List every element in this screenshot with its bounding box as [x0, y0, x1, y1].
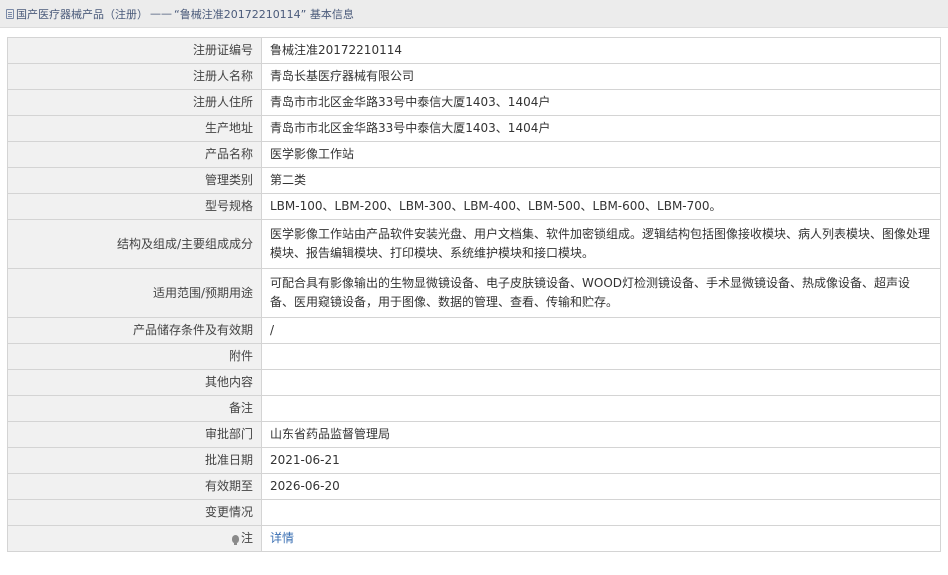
table-row-approval-dept: 审批部门 山东省药品监督管理局 [7, 421, 941, 448]
details-link[interactable]: 详情 [270, 531, 294, 545]
row-value: 医学影像工作站由产品软件安装光盘、用户文档集、软件加密锁组成。逻辑结构包括图像接… [261, 219, 941, 269]
row-value: 2026-06-20 [261, 473, 941, 500]
table-row-storage-validity: 产品储存条件及有效期 / [7, 317, 941, 344]
table-row-note: 注 详情 [7, 525, 941, 552]
row-label: 批准日期 [7, 447, 262, 474]
row-value: 山东省药品监督管理局 [261, 421, 941, 448]
row-label: 产品储存条件及有效期 [7, 317, 262, 344]
table-row-valid-until: 有效期至 2026-06-20 [7, 473, 941, 500]
row-label: 审批部门 [7, 421, 262, 448]
row-label: 型号规格 [7, 193, 262, 220]
row-value: 医学影像工作站 [261, 141, 941, 168]
breadcrumb-separator: —— [150, 7, 172, 20]
table-row-attachments: 附件 [7, 343, 941, 370]
row-label: 注册人名称 [7, 63, 262, 90]
row-label-note: 注 [7, 525, 262, 552]
table-row-other-content: 其他内容 [7, 369, 941, 396]
table-row-intended-use: 适用范围/预期用途 可配合具有影像输出的生物显微镜设备、电子皮肤镜设备、WOOD… [7, 268, 941, 318]
registration-info-table: 注册证编号 鲁械注准20172210114 注册人名称 青岛长基医疗器械有限公司… [7, 37, 941, 552]
table-row-registration-number: 注册证编号 鲁械注准20172210114 [7, 37, 941, 64]
note-label: 注 [240, 531, 253, 545]
table-row-production-address: 生产地址 青岛市市北区金华路33号中泰信大厦1403、1404户 [7, 115, 941, 142]
row-label: 产品名称 [7, 141, 262, 168]
lightbulb-icon [231, 535, 239, 545]
row-value: 第二类 [261, 167, 941, 194]
table-row-registrant-address: 注册人住所 青岛市市北区金华路33号中泰信大厦1403、1404户 [7, 89, 941, 116]
row-value [261, 395, 941, 422]
row-label: 变更情况 [7, 499, 262, 526]
row-label: 管理类别 [7, 167, 262, 194]
row-value: 详情 [261, 525, 941, 552]
row-value [261, 343, 941, 370]
row-value: 青岛长基医疗器械有限公司 [261, 63, 941, 90]
table-row-model-spec: 型号规格 LBM-100、LBM-200、LBM-300、LBM-400、LBM… [7, 193, 941, 220]
row-value: 可配合具有影像输出的生物显微镜设备、电子皮肤镜设备、WOOD灯检测镜设备、手术显… [261, 268, 941, 318]
row-label: 其他内容 [7, 369, 262, 396]
table-row-remarks: 备注 [7, 395, 941, 422]
row-label: 结构及组成/主要组成成分 [7, 219, 262, 269]
row-label: 有效期至 [7, 473, 262, 500]
table-row-management-category: 管理类别 第二类 [7, 167, 941, 194]
breadcrumb-root-link[interactable]: 国产医疗器械产品（注册） [16, 6, 148, 22]
row-label: 注册人住所 [7, 89, 262, 116]
row-label: 生产地址 [7, 115, 262, 142]
row-label: 附件 [7, 343, 262, 370]
row-value [261, 499, 941, 526]
row-value: 鲁械注准20172210114 [261, 37, 941, 64]
breadcrumb-current: “鲁械注准20172210114” 基本信息 [174, 7, 354, 21]
row-value [261, 369, 941, 396]
table-row-registrant-name: 注册人名称 青岛长基医疗器械有限公司 [7, 63, 941, 90]
row-value: 2021-06-21 [261, 447, 941, 474]
table-row-changes: 变更情况 [7, 499, 941, 526]
row-value: / [261, 317, 941, 344]
row-label: 备注 [7, 395, 262, 422]
row-value: 青岛市市北区金华路33号中泰信大厦1403、1404户 [261, 89, 941, 116]
row-label: 适用范围/预期用途 [7, 268, 262, 318]
document-icon [6, 8, 14, 19]
breadcrumb: 国产医疗器械产品（注册） —— “鲁械注准20172210114” 基本信息 [0, 0, 948, 28]
table-row-approval-date: 批准日期 2021-06-21 [7, 447, 941, 474]
row-label: 注册证编号 [7, 37, 262, 64]
table-row-product-name: 产品名称 医学影像工作站 [7, 141, 941, 168]
row-value: 青岛市市北区金华路33号中泰信大厦1403、1404户 [261, 115, 941, 142]
table-row-structure-composition: 结构及组成/主要组成成分 医学影像工作站由产品软件安装光盘、用户文档集、软件加密… [7, 219, 941, 269]
row-value: LBM-100、LBM-200、LBM-300、LBM-400、LBM-500、… [261, 193, 941, 220]
